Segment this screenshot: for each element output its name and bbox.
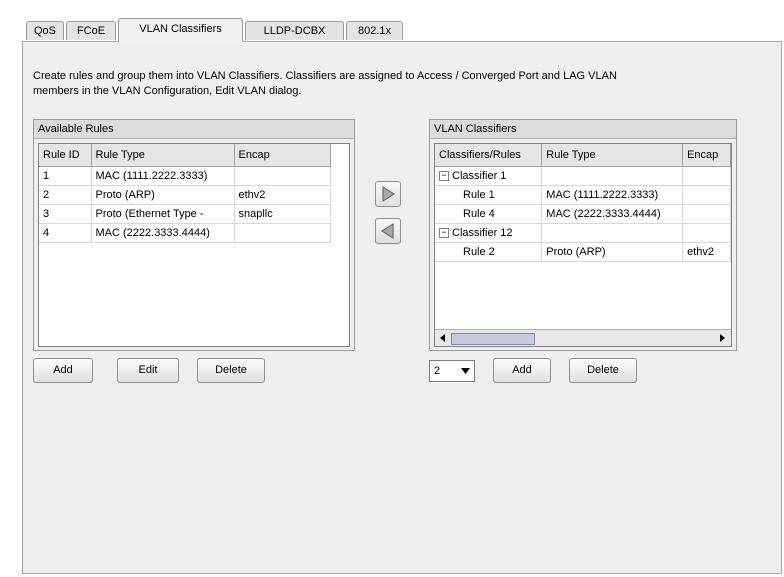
vlan-classifiers-window: QoS FCoE VLAN Classifiers LLDP-DCBX 802.… xyxy=(22,18,782,574)
rule-type-cell xyxy=(541,166,684,186)
tree-row-rule[interactable]: Rule 2 Proto (ARP) ethv2 xyxy=(435,242,731,262)
available-rules-group: Available Rules Rule ID Rule Type Encap … xyxy=(33,119,355,351)
table-row[interactable]: 3 Proto (Ethernet Type - snapllc xyxy=(39,204,331,224)
tab-8021x[interactable]: 802.1x xyxy=(346,21,403,40)
table-row[interactable]: 1 MAC (1111.2222.3333) xyxy=(39,166,331,186)
table-row[interactable]: 4 MAC (2222.3333.4444) xyxy=(39,223,331,243)
tab-qos[interactable]: QoS xyxy=(26,21,64,40)
rule-id-cell: 2 xyxy=(39,185,92,205)
move-left-button[interactable] xyxy=(375,218,401,244)
encap-cell xyxy=(682,166,731,186)
rule-id-cell: 1 xyxy=(39,166,92,186)
select-value: 2 xyxy=(434,365,441,377)
tree-row-rule[interactable]: Rule 1 MAC (1111.2222.3333) xyxy=(435,185,731,205)
table-row[interactable]: 2 Proto (ARP) ethv2 xyxy=(39,185,331,205)
available-rules-header-row: Rule ID Rule Type Encap xyxy=(39,144,331,167)
tree-row-classifier[interactable]: − Classifier 12 xyxy=(435,223,731,243)
rule-name: Rule 1 xyxy=(435,185,543,205)
tab-fcoe[interactable]: FCoE xyxy=(66,21,116,40)
tab-bar: QoS FCoE VLAN Classifiers LLDP-DCBX 802.… xyxy=(22,18,782,42)
rule-type-cell: MAC (2222.3333.4444) xyxy=(541,204,684,224)
vlan-classifiers-group: VLAN Classifiers Classifiers/Rules Rule … xyxy=(429,119,737,351)
rule-type-cell xyxy=(541,223,684,243)
tree-row-classifier[interactable]: − Classifier 1 xyxy=(435,166,731,186)
arrow-right-icon xyxy=(382,186,395,202)
vlan-classifiers-tree-table[interactable]: Classifiers/Rules Rule Type Encap − Class… xyxy=(434,143,732,347)
rule-type-cell: Proto (ARP) xyxy=(541,242,684,262)
scroll-right-icon[interactable] xyxy=(717,332,729,344)
vlan-classifiers-title: VLAN Classifiers xyxy=(430,120,736,139)
rule-type-cell: MAC (1111.2222.3333) xyxy=(91,166,235,186)
delete-classifier-button[interactable]: Delete xyxy=(569,358,637,383)
tree-row-rule[interactable]: Rule 4 MAC (2222.3333.4444) xyxy=(435,204,731,224)
encap-cell: ethv2 xyxy=(682,242,731,262)
add-classifier-button[interactable]: Add xyxy=(493,358,551,383)
encap-cell xyxy=(234,223,331,243)
scroll-left-icon[interactable] xyxy=(437,332,449,344)
rule-id-cell: 3 xyxy=(39,204,92,224)
encap-cell xyxy=(682,185,731,205)
column-header-rule-id[interactable]: Rule ID xyxy=(39,144,92,167)
classifier-name: Classifier 12 xyxy=(452,227,513,239)
scrollbar-thumb[interactable] xyxy=(451,333,535,345)
description-line-1: Create rules and group them into VLAN Cl… xyxy=(33,70,617,82)
tab-vlan-classifiers[interactable]: VLAN Classifiers xyxy=(118,18,243,42)
tab-content-panel: Create rules and group them into VLAN Cl… xyxy=(22,41,782,574)
arrow-left-icon xyxy=(381,223,394,239)
available-rules-title: Available Rules xyxy=(34,120,354,139)
description-text: Create rules and group them into VLAN Cl… xyxy=(33,69,773,99)
description-line-2: members in the VLAN Configuration, Edit … xyxy=(33,85,302,97)
add-rule-button[interactable]: Add xyxy=(33,358,93,383)
available-rules-table[interactable]: Rule ID Rule Type Encap 1 MAC (1111.2222… xyxy=(38,143,350,347)
column-header-rule-type[interactable]: Rule Type xyxy=(91,144,235,167)
encap-cell: snapllc xyxy=(234,204,331,224)
rule-type-cell: Proto (ARP) xyxy=(91,185,235,205)
classifier-name: Classifier 1 xyxy=(452,170,507,182)
tab-lldp-dcbx[interactable]: LLDP-DCBX xyxy=(245,21,344,40)
delete-rule-button[interactable]: Delete xyxy=(197,358,265,383)
rule-type-cell: Proto (Ethernet Type - xyxy=(91,204,235,224)
column-header-encap[interactable]: Encap xyxy=(234,144,331,167)
chevron-down-icon xyxy=(461,368,470,374)
encap-cell: ethv2 xyxy=(234,185,331,205)
column-header-rule-type[interactable]: Rule Type xyxy=(541,144,684,167)
edit-rule-button[interactable]: Edit xyxy=(117,358,179,383)
encap-cell xyxy=(682,204,731,224)
move-right-button[interactable] xyxy=(375,181,401,207)
collapse-icon[interactable]: − xyxy=(439,228,449,239)
column-header-classifiers-rules[interactable]: Classifiers/Rules xyxy=(435,144,543,167)
encap-cell xyxy=(682,223,731,243)
column-header-encap[interactable]: Encap xyxy=(682,144,731,167)
rule-id-cell: 4 xyxy=(39,223,92,243)
horizontal-scrollbar[interactable] xyxy=(435,329,731,346)
rule-name: Rule 4 xyxy=(435,204,543,224)
classifier-count-select[interactable]: 2 xyxy=(429,360,475,382)
rule-name: Rule 2 xyxy=(435,242,543,262)
vlan-classifiers-header-row: Classifiers/Rules Rule Type Encap xyxy=(435,144,731,167)
rule-type-cell: MAC (2222.3333.4444) xyxy=(91,223,235,243)
rule-type-cell: MAC (1111.2222.3333) xyxy=(541,185,684,205)
collapse-icon[interactable]: − xyxy=(439,171,449,182)
encap-cell xyxy=(234,166,331,186)
